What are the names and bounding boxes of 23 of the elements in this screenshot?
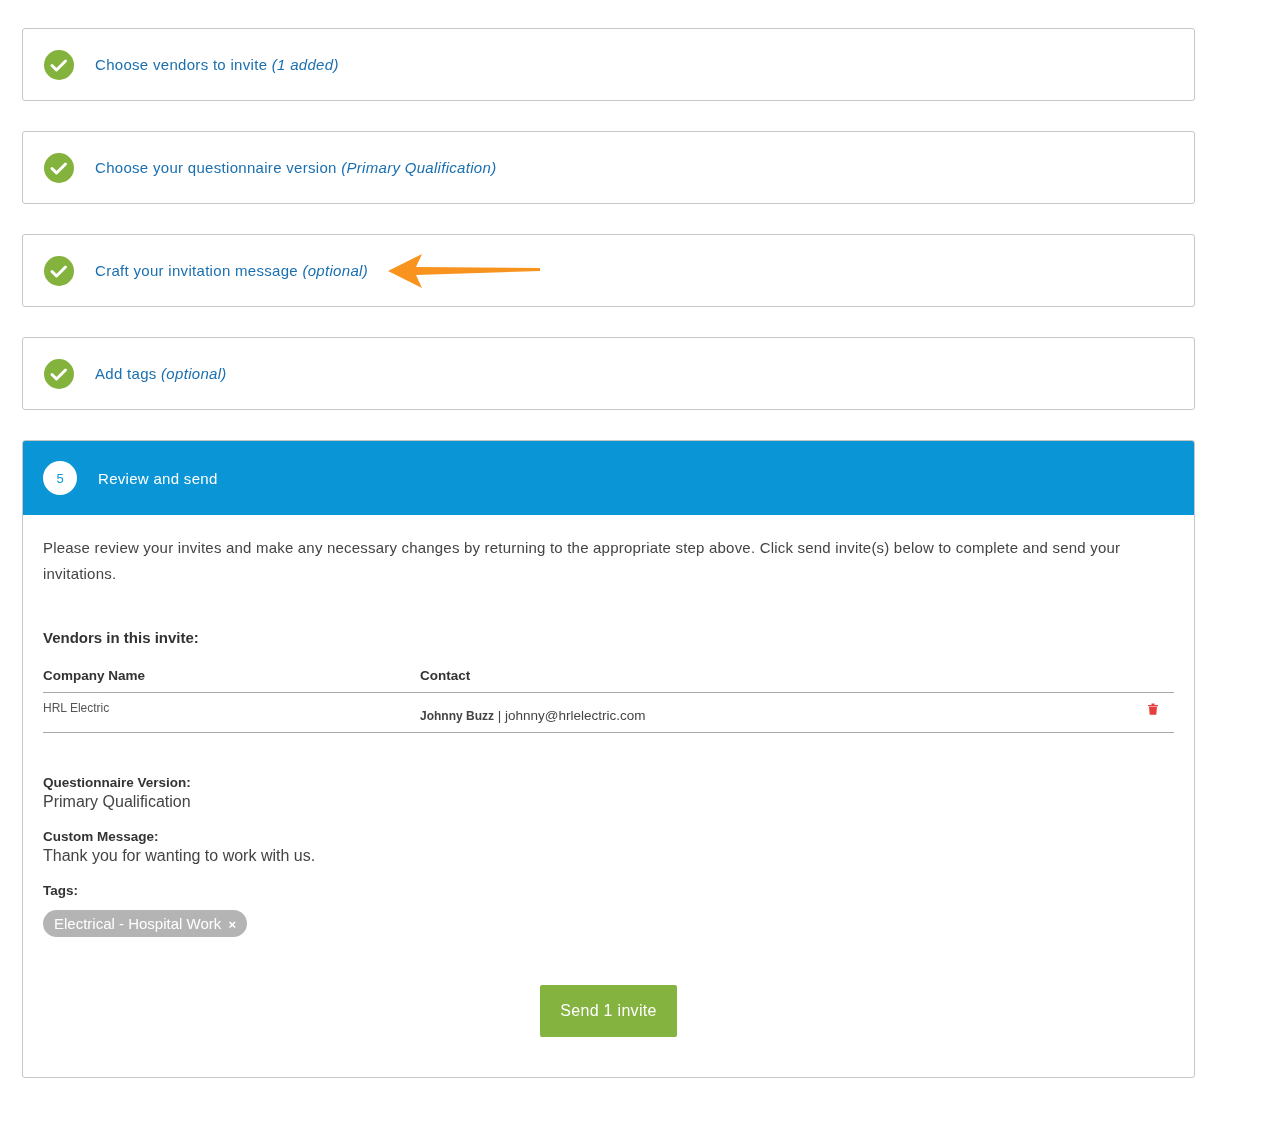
step-title[interactable]: Craft your invitation message (optional)	[95, 262, 368, 279]
field-label: Tags:	[43, 883, 79, 898]
section-heading: Vendors in this invite:	[43, 629, 200, 646]
trash-icon[interactable]	[1148, 703, 1158, 715]
step-title: Review and send	[98, 469, 218, 487]
step-number: 5	[43, 461, 77, 495]
step-card[interactable]: Add tags (optional)	[22, 337, 1195, 410]
step-title[interactable]: Add tags (optional)	[95, 365, 227, 382]
step-card[interactable]: Choose vendors to invite (1 added)	[22, 28, 1195, 101]
table-cell-text: HRL Electric	[43, 701, 111, 715]
table-cell: Johnny Buzz | johnny@hrlelectric.com	[420, 708, 646, 723]
field-value: Thank you for wanting to work with us.	[43, 847, 317, 865]
step-title[interactable]: Choose vendors to invite (1 added)	[95, 56, 339, 73]
step-card[interactable]: Choose your questionnaire version (Primary Qualification)	[22, 131, 1195, 204]
instructions-text: Please review your invites and make any necessary changes by returning to the appropriate step above. Click send invite(s) below to complete and send your invitations.	[43, 538, 1122, 584]
column-header: Company Name	[43, 668, 147, 683]
field-label: Questionnaire Version:	[43, 775, 192, 790]
step-card[interactable]: Craft your invitation message (optional)	[22, 234, 1195, 307]
field-value: Primary Qualification	[43, 793, 192, 811]
column-header: Contact	[420, 668, 471, 683]
step-title[interactable]: Choose your questionnaire version (Primary Qualification)	[95, 159, 497, 176]
field-label: Custom Message:	[43, 829, 160, 844]
tag-chip: Electrical - Hospital Work ×	[43, 910, 248, 937]
